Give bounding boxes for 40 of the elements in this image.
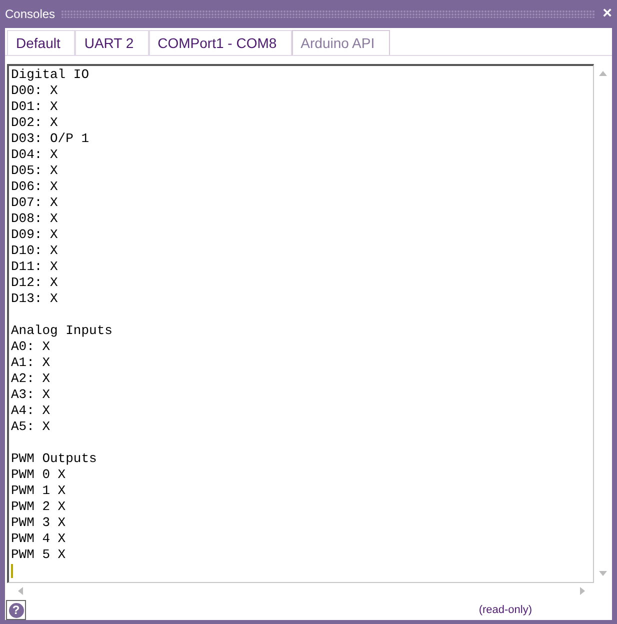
console-line: D06: X (11, 179, 59, 196)
text-cursor (11, 564, 13, 578)
tab[interactable]: UART 2 (75, 30, 149, 56)
console-line: PWM Outputs (11, 451, 98, 468)
console-line: A4: X (11, 403, 52, 420)
console-line: D00: X (11, 83, 59, 100)
console-line: D10: X (11, 243, 59, 260)
console-line: PWM 2 X (11, 499, 67, 516)
console-line: PWM 1 X (11, 483, 67, 500)
console-output[interactable] (7, 64, 594, 583)
console-line: Digital IO (11, 67, 90, 84)
console-line: D07: X (11, 195, 59, 212)
help-button[interactable]: ? (6, 600, 26, 620)
console-line: Analog Inputs (11, 323, 114, 340)
console-line: D01: X (11, 99, 59, 116)
console-line: PWM 0 X (11, 467, 67, 484)
console-line: D08: X (11, 211, 59, 228)
console-line: D12: X (11, 275, 59, 292)
console-line: PWM 3 X (11, 515, 67, 532)
console-line: D09: X (11, 227, 59, 244)
window-title: Consoles (5, 7, 56, 21)
tab[interactable]: Arduino API (292, 30, 390, 56)
tab[interactable]: COMPort1 - COM8 (148, 30, 292, 56)
console-line: A1: X (11, 355, 52, 372)
console-line: D05: X (11, 163, 59, 180)
console-line: A5: X (11, 419, 52, 436)
title-bar-grip[interactable] (61, 10, 595, 18)
console-line: A2: X (11, 371, 52, 388)
console-line: PWM 4 X (11, 531, 67, 548)
console-line: A3: X (11, 387, 52, 404)
console-line: D11: X (11, 259, 59, 276)
close-button[interactable]: × (600, 6, 612, 22)
tab[interactable]: Default (7, 30, 76, 56)
console-line: D13: X (11, 291, 59, 308)
console-line: PWM 5 X (11, 547, 67, 564)
console-line: D04: X (11, 147, 59, 164)
console-line: D02: X (11, 115, 59, 132)
console-line: D03: O/P 1 (11, 131, 90, 148)
read-only-label: (read-only) (478, 604, 532, 616)
console-line: A0: X (11, 339, 52, 356)
